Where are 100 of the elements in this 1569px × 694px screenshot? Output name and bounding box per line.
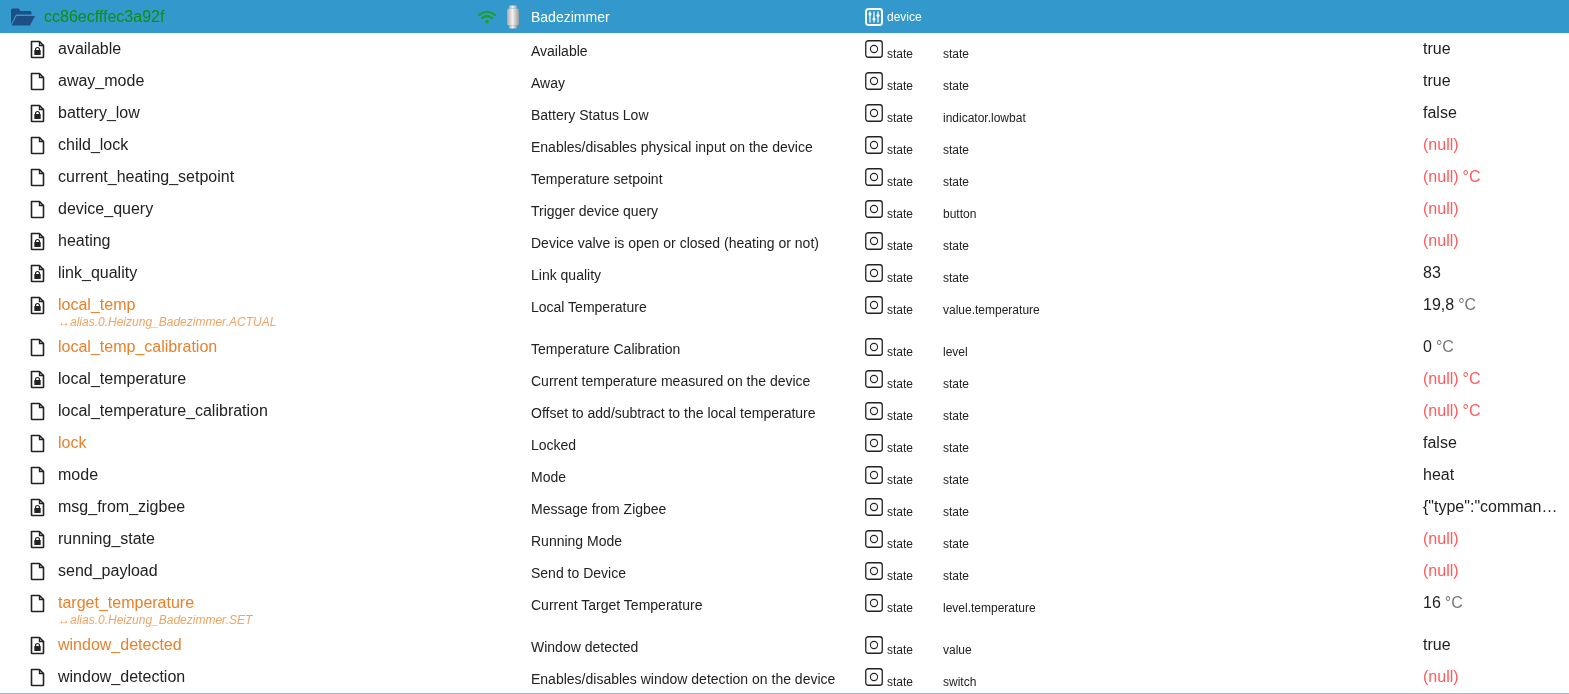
circle-square-icon — [865, 338, 883, 356]
state-id: local_temp_calibration — [58, 337, 218, 357]
role-label: state — [943, 271, 969, 285]
role-label: level.temperature — [943, 601, 1036, 615]
role-label: state — [943, 377, 969, 391]
state-name: Mode — [531, 469, 567, 485]
circle-square-icon — [865, 594, 883, 612]
type-label: state — [887, 175, 913, 189]
state-id: available — [58, 39, 122, 59]
role-label: state — [943, 47, 969, 61]
state-name: Send to Device — [531, 565, 626, 581]
state-value: (null) — [1423, 199, 1459, 219]
role-label: button — [943, 207, 977, 221]
state-value: 16 — [1423, 593, 1441, 613]
circle-square-icon — [865, 402, 883, 420]
type-label: state — [887, 207, 913, 221]
type-label: state — [887, 377, 913, 391]
state-id: lock — [58, 433, 87, 453]
role-label: indicator.lowbat — [943, 111, 1026, 125]
type-label: state — [887, 271, 913, 285]
type-label: state — [887, 143, 913, 157]
unit-label: °C — [1462, 167, 1481, 187]
type-label: device — [887, 8, 923, 25]
role-label: switch — [943, 675, 977, 689]
state-id: current_heating_setpoint — [58, 167, 235, 187]
state-id: target_temperature — [58, 593, 195, 613]
circle-square-icon — [865, 562, 883, 580]
state-value: true — [1423, 71, 1451, 91]
state-value: 19,8 — [1423, 295, 1455, 315]
role-label: value.temperature — [943, 303, 1040, 317]
type-label: state — [887, 601, 913, 615]
state-id: msg_from_zigbee — [58, 497, 186, 517]
state-value: false — [1423, 103, 1457, 123]
circle-square-icon — [865, 434, 883, 452]
state-name: Enables/disables window detection on the device — [531, 671, 836, 687]
state-name: Message from Zigbee — [531, 501, 667, 517]
type-label: state — [887, 79, 913, 93]
unit-label: °C — [1435, 337, 1454, 357]
type-label: state — [887, 441, 913, 455]
circle-square-icon — [865, 668, 883, 686]
state-name: Away — [531, 75, 565, 91]
state-value: (null) — [1423, 401, 1459, 421]
state-name: Battery Status Low — [531, 107, 649, 123]
type-label: state — [887, 303, 913, 317]
state-id: away_mode — [58, 71, 145, 91]
unit-label: °C — [1462, 401, 1481, 421]
state-value: (null) — [1423, 167, 1459, 187]
state-id: mode — [58, 465, 99, 485]
role-label: state — [943, 505, 969, 519]
state-name: Locked — [531, 437, 577, 453]
type-label: state — [887, 47, 913, 61]
state-name: Temperature Calibration — [531, 341, 681, 357]
state-id: local_temperature — [58, 369, 187, 389]
cylinder-icon — [506, 4, 520, 29]
role-label: state — [943, 409, 969, 423]
device-id: cc86ecfffec3a92f — [44, 6, 165, 27]
state-value: (null) — [1423, 667, 1459, 687]
state-name: Running Mode — [531, 533, 623, 549]
open-folder-icon[interactable] — [10, 6, 36, 27]
type-label: state — [887, 473, 913, 487]
type-label: state — [887, 239, 913, 253]
state-value: (null) — [1423, 529, 1459, 549]
circle-square-icon — [865, 296, 883, 314]
state-id: device_query — [58, 199, 154, 219]
type-label: state — [887, 569, 913, 583]
state-id: heating — [58, 231, 111, 251]
state-name: Window detected — [531, 639, 639, 655]
sliders-icon — [865, 7, 883, 26]
wifi-icon — [478, 9, 496, 24]
type-label: state — [887, 345, 913, 359]
state-value: true — [1423, 39, 1451, 59]
state-id: running_state — [58, 529, 155, 549]
circle-square-icon — [865, 200, 883, 218]
state-value: true — [1423, 635, 1451, 655]
state-value: (null) — [1423, 135, 1459, 155]
type-label: state — [887, 111, 913, 125]
circle-square-icon — [865, 104, 883, 122]
role-label: state — [943, 537, 969, 551]
state-value: 83 — [1423, 263, 1441, 283]
state-name: Device valve is open or closed (heating or not) — [531, 235, 819, 251]
state-id: window_detected — [58, 635, 182, 655]
type-label: state — [887, 643, 913, 657]
state-id: local_temp — [58, 295, 136, 315]
circle-square-icon — [865, 40, 883, 58]
circle-square-icon — [865, 498, 883, 516]
state-value: (null) — [1423, 369, 1459, 389]
state-value: heat — [1423, 465, 1455, 485]
device-name: Badezimmer — [531, 7, 611, 27]
state-value: 0 — [1423, 337, 1432, 357]
state-name: Current temperature measured on the device — [531, 373, 811, 389]
role-label: level — [943, 345, 968, 359]
state-id: local_temperature_calibration — [58, 401, 268, 421]
state-name: Temperature setpoint — [531, 171, 663, 187]
type-label: state — [887, 675, 913, 689]
circle-square-icon — [865, 264, 883, 282]
role-label: state — [943, 175, 969, 189]
state-id: battery_low — [58, 103, 140, 123]
circle-square-icon — [865, 636, 883, 654]
state-name: Enables/disables physical input on the device — [531, 139, 813, 155]
state-id: child_lock — [58, 135, 129, 155]
